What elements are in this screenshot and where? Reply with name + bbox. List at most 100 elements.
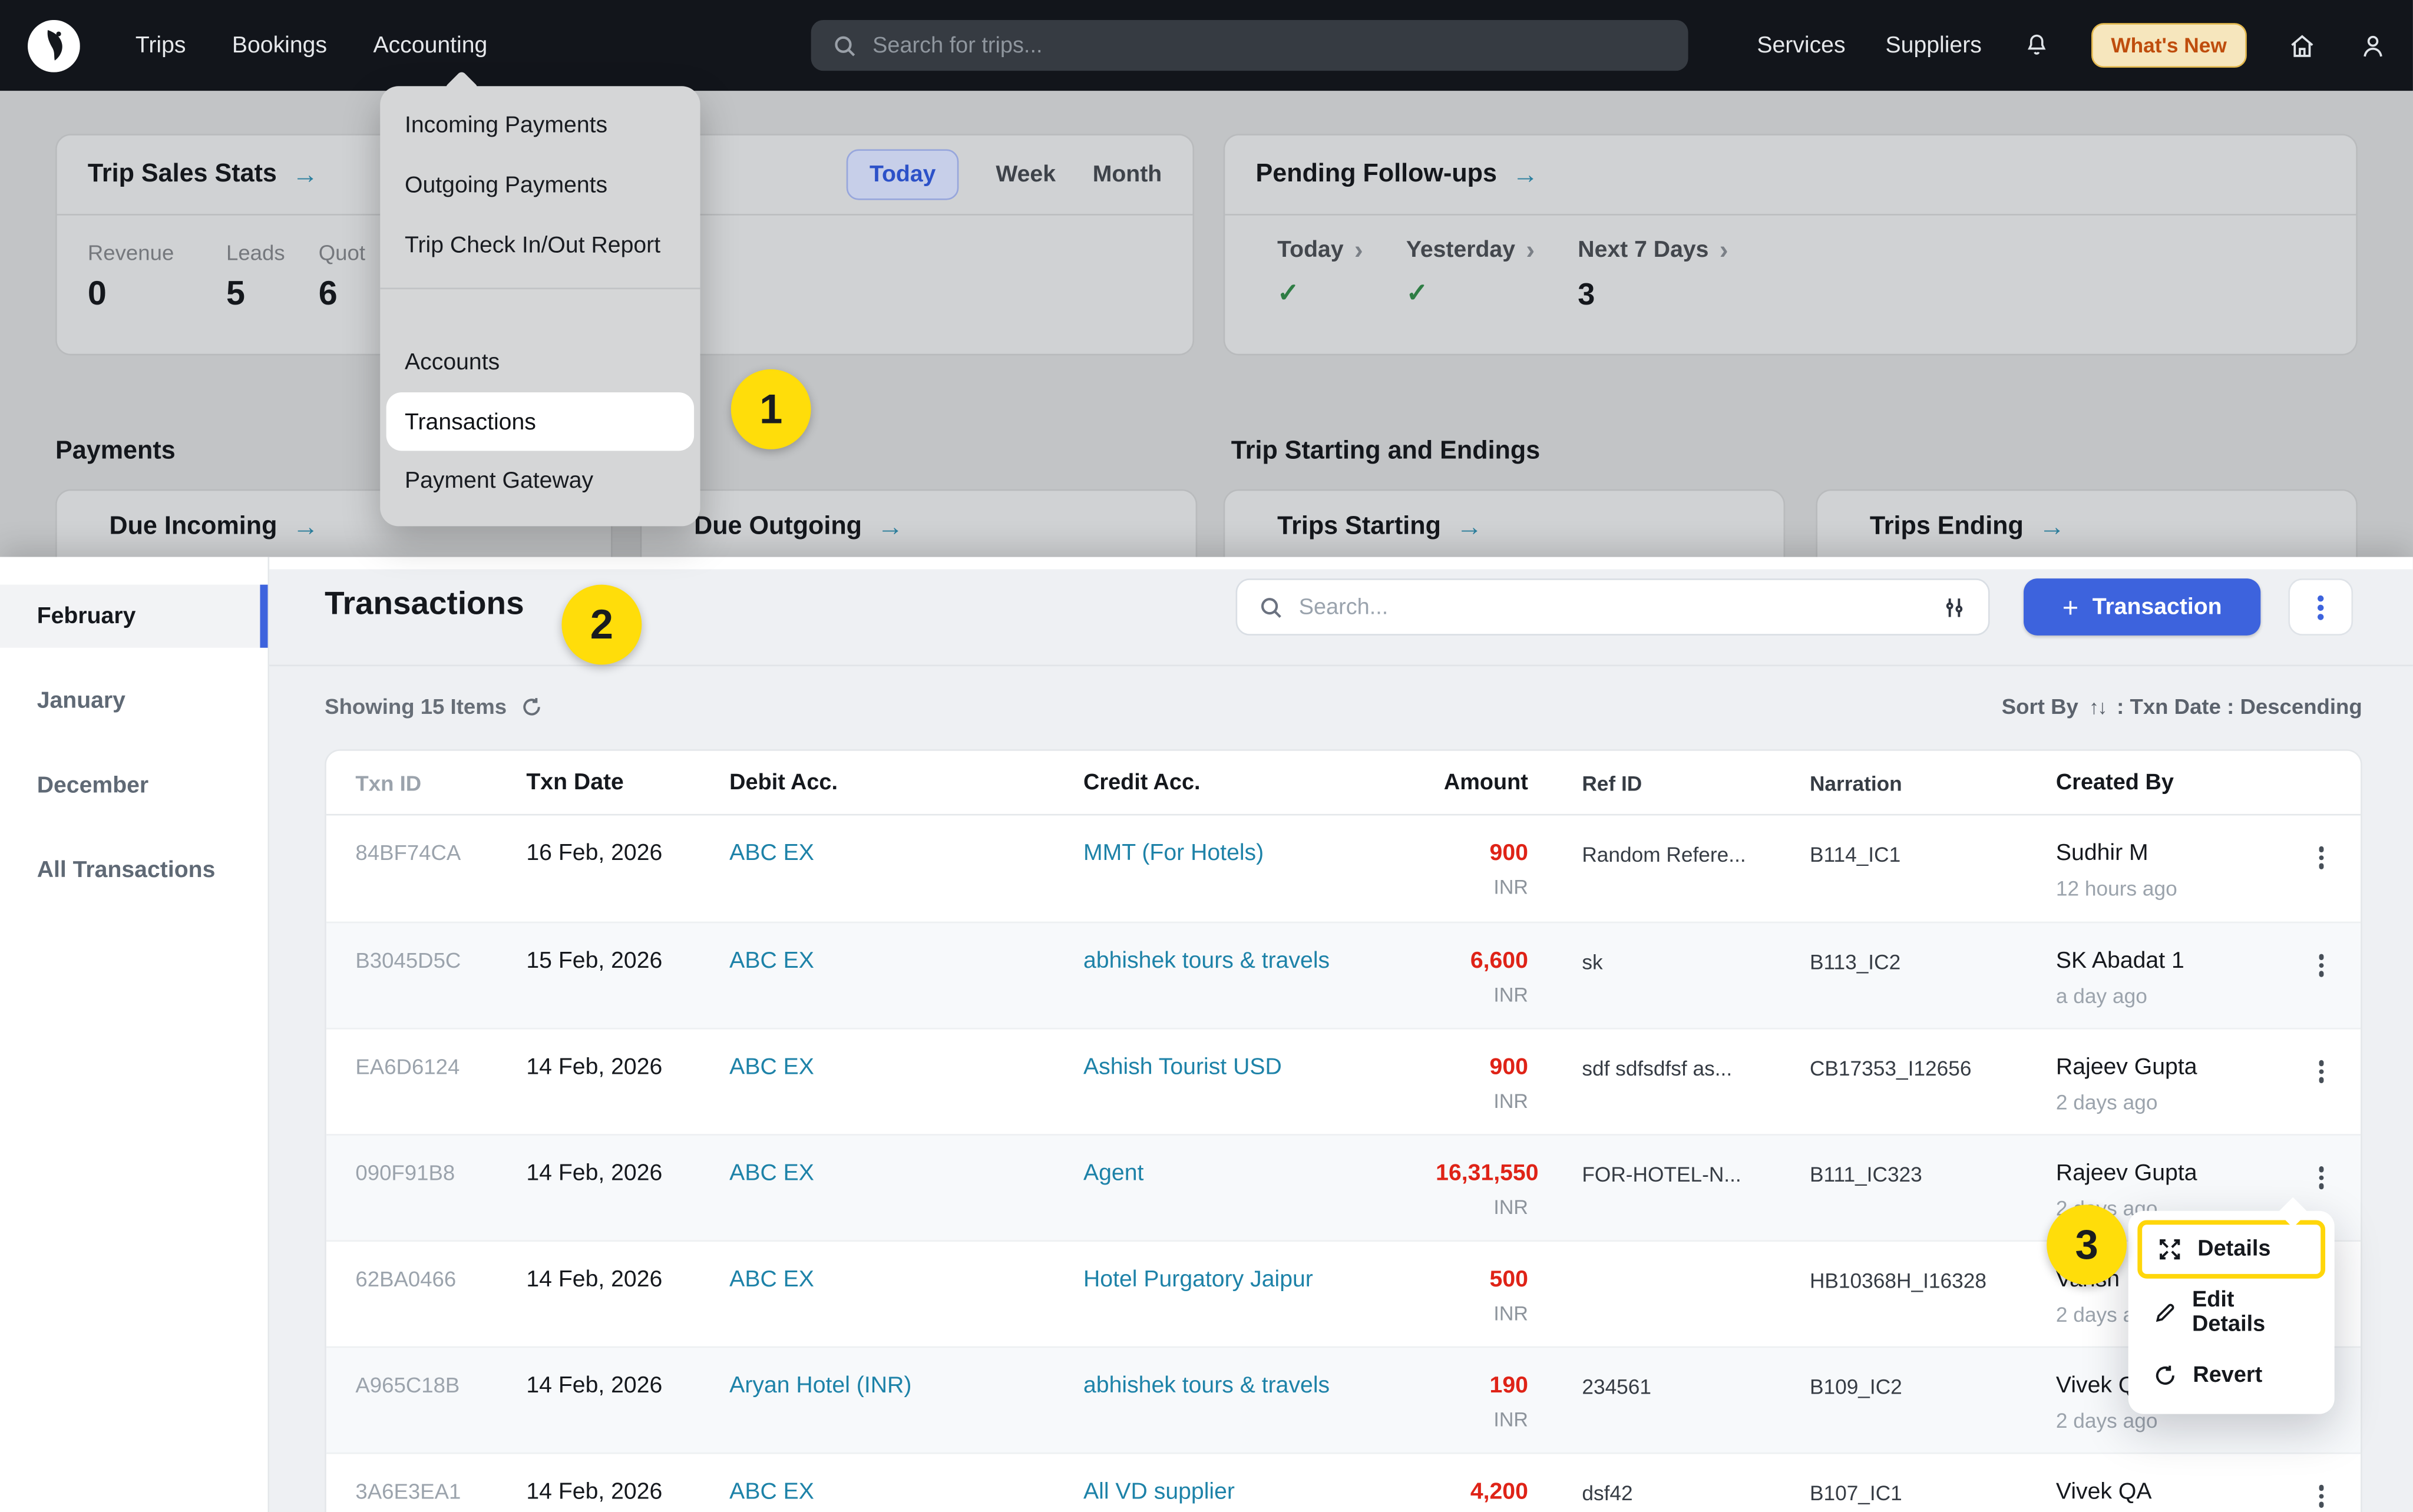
col-header-debit-acc[interactable]: Debit Acc. <box>729 770 1083 795</box>
due-incoming-title: Due Incoming <box>109 512 277 542</box>
trip-sales-stats-title[interactable]: Trip Sales Stats <box>88 160 277 190</box>
created-ago: 12 hours ago <box>2056 877 2279 900</box>
credit-account-link[interactable]: Hotel Purgatory Jaipur <box>1083 1266 1436 1346</box>
arrow-right-icon: → <box>293 512 319 543</box>
followup-link-next-7-days[interactable]: Next 7 Days› <box>1578 237 1728 263</box>
created-by-name: Sudhir M <box>2056 840 2279 866</box>
col-header-created-by[interactable]: Created By <box>2056 770 2279 795</box>
currency-label: INR <box>1436 1196 1528 1219</box>
ref-id: Random Refere... <box>1582 840 1810 921</box>
bell-icon[interactable] <box>2022 31 2051 60</box>
sidebar-item-january[interactable]: January <box>0 669 268 732</box>
menu-item-transactions[interactable]: Transactions <box>386 392 694 451</box>
debit-account-link[interactable]: ABC EX <box>729 840 1083 921</box>
context-menu-item-label: Edit Details <box>2192 1288 2310 1337</box>
due-outgoing-title: Due Outgoing <box>694 512 862 542</box>
credit-account-link[interactable]: MMT (For Hotels) <box>1083 840 1436 921</box>
col-header-narration[interactable]: Narration <box>1810 769 2056 795</box>
sidebar-item-december[interactable]: December <box>0 754 268 817</box>
followup-link-yesterday[interactable]: Yesterday› <box>1406 237 1535 263</box>
tab-today[interactable]: Today <box>847 149 959 200</box>
sidebar-item-february[interactable]: February <box>0 585 268 648</box>
trips-starting-title: Trips Starting <box>1277 512 1441 542</box>
amount-cell: 900INR <box>1436 1054 1528 1134</box>
nav-item-accounting[interactable]: Accounting <box>373 32 487 58</box>
row-actions-button[interactable] <box>2306 1054 2336 1082</box>
menu-item-accounts[interactable]: Accounts <box>380 332 700 392</box>
row-actions-button[interactable] <box>2306 1160 2336 1189</box>
row-actions-button[interactable] <box>2306 840 2336 868</box>
debit-account-link[interactable]: ABC EX <box>729 1054 1083 1134</box>
narration: B107_IC1 <box>1810 1478 2056 1512</box>
credit-account-link[interactable]: abhishek tours & travels <box>1083 948 1436 1028</box>
filter-sliders-icon[interactable] <box>1942 595 1967 620</box>
sort-control[interactable]: Sort By ↑↓ : Txn Date : Descending <box>2002 694 2362 719</box>
txn-id: 84BF74CA <box>355 840 526 921</box>
created-by-cell: SK Abadat 1a day ago <box>2056 948 2279 1028</box>
menu-item-trip-check-in-out-report[interactable]: Trip Check In/Out Report <box>380 216 700 276</box>
followup-link-today[interactable]: Today› <box>1277 237 1363 263</box>
txn-date: 14 Feb, 2026 <box>526 1478 729 1512</box>
transactions-search[interactable] <box>1236 578 1990 636</box>
nav-item-services[interactable]: Services <box>1757 32 1845 58</box>
nav-item-bookings[interactable]: Bookings <box>232 32 327 58</box>
user-icon[interactable] <box>2358 30 2388 61</box>
menu-item-payment-gateway[interactable]: Payment Gateway <box>380 451 700 511</box>
credit-account-link[interactable]: All VD supplier <box>1083 1478 1436 1512</box>
created-by-cell: Rajeev Gupta2 days ago <box>2056 1054 2279 1134</box>
plus-icon: + <box>2062 593 2078 621</box>
add-transaction-button[interactable]: + Transaction <box>2024 578 2260 636</box>
panel-more-actions-button[interactable] <box>2288 578 2353 636</box>
credit-account-link[interactable]: Agent <box>1083 1160 1436 1240</box>
context-menu-item-edit-details[interactable]: Edit Details <box>2137 1283 2325 1342</box>
col-header-txn-id[interactable]: Txn ID <box>355 770 526 795</box>
transactions-search-input[interactable] <box>1299 595 1927 620</box>
global-search[interactable] <box>811 20 1688 71</box>
nav-item-trips[interactable]: Trips <box>135 32 186 58</box>
app-logo-icon[interactable] <box>28 19 80 72</box>
global-search-input[interactable] <box>872 33 1667 58</box>
menu-item-outgoing-payments[interactable]: Outgoing Payments <box>380 155 700 216</box>
row-actions-button[interactable] <box>2306 948 2336 976</box>
home-icon[interactable] <box>2287 30 2318 61</box>
debit-account-link[interactable]: ABC EX <box>729 1160 1083 1240</box>
row-actions-button[interactable] <box>2306 1478 2336 1507</box>
nav-right-cluster: Services Suppliers What's New <box>1757 0 2388 91</box>
stat-value: 5 <box>226 274 319 314</box>
transactions-panel: FebruaryJanuaryDecemberAll Transactions … <box>0 557 2413 1512</box>
arrow-right-icon: → <box>1456 512 1482 543</box>
col-header-amount[interactable]: Amount <box>1436 770 1528 795</box>
refresh-icon[interactable] <box>521 694 544 717</box>
debit-account-link[interactable]: ABC EX <box>729 948 1083 1028</box>
nav-item-suppliers[interactable]: Suppliers <box>1886 32 1982 58</box>
context-menu-item-details[interactable]: Details <box>2137 1220 2325 1278</box>
transactions-table: Txn IDTxn DateDebit Acc.Credit Acc.Amoun… <box>325 749 2362 1512</box>
context-menu-item-revert[interactable]: Revert <box>2137 1346 2325 1405</box>
trips-ending-title: Trips Ending <box>1870 512 2024 542</box>
menu-item-incoming-payments[interactable]: Incoming Payments <box>380 95 700 155</box>
check-icon: ✓ <box>1277 279 1363 309</box>
whats-new-badge[interactable]: What's New <box>2091 23 2246 68</box>
debit-account-link[interactable]: ABC EX <box>729 1478 1083 1512</box>
txn-date: 14 Feb, 2026 <box>526 1266 729 1346</box>
col-header-credit-acc[interactable]: Credit Acc. <box>1083 770 1436 795</box>
tab-week[interactable]: Week <box>996 151 1056 198</box>
revert-icon <box>2153 1363 2179 1388</box>
currency-label: INR <box>1436 1302 1528 1325</box>
pending-followups-card: Pending Follow-ups → Today›✓Yesterday›✓N… <box>1224 134 2358 355</box>
debit-account-link[interactable]: ABC EX <box>729 1266 1083 1346</box>
credit-account-link[interactable]: Ashish Tourist USD <box>1083 1054 1436 1134</box>
col-header-ref-id[interactable]: Ref ID <box>1582 769 1810 795</box>
tab-month[interactable]: Month <box>1093 151 1162 198</box>
accounting-menu-bottom-group: AccountsTransactionsPayment Gateway <box>380 332 700 511</box>
sidebar-item-all-transactions[interactable]: All Transactions <box>0 839 268 902</box>
txn-id: A965C18B <box>355 1372 526 1453</box>
txn-date: 14 Feb, 2026 <box>526 1372 729 1453</box>
debit-account-link[interactable]: Aryan Hotel (INR) <box>729 1372 1083 1453</box>
amount-cell: 16,31,550INR <box>1436 1160 1528 1240</box>
pending-followups-title[interactable]: Pending Follow-ups <box>1256 160 1497 190</box>
row-context-menu-items: Details Edit Details Revert <box>2137 1220 2325 1404</box>
credit-account-link[interactable]: abhishek tours & travels <box>1083 1372 1436 1453</box>
ref-id: 234561 <box>1582 1372 1810 1453</box>
col-header-txn-date[interactable]: Txn Date <box>526 769 729 795</box>
